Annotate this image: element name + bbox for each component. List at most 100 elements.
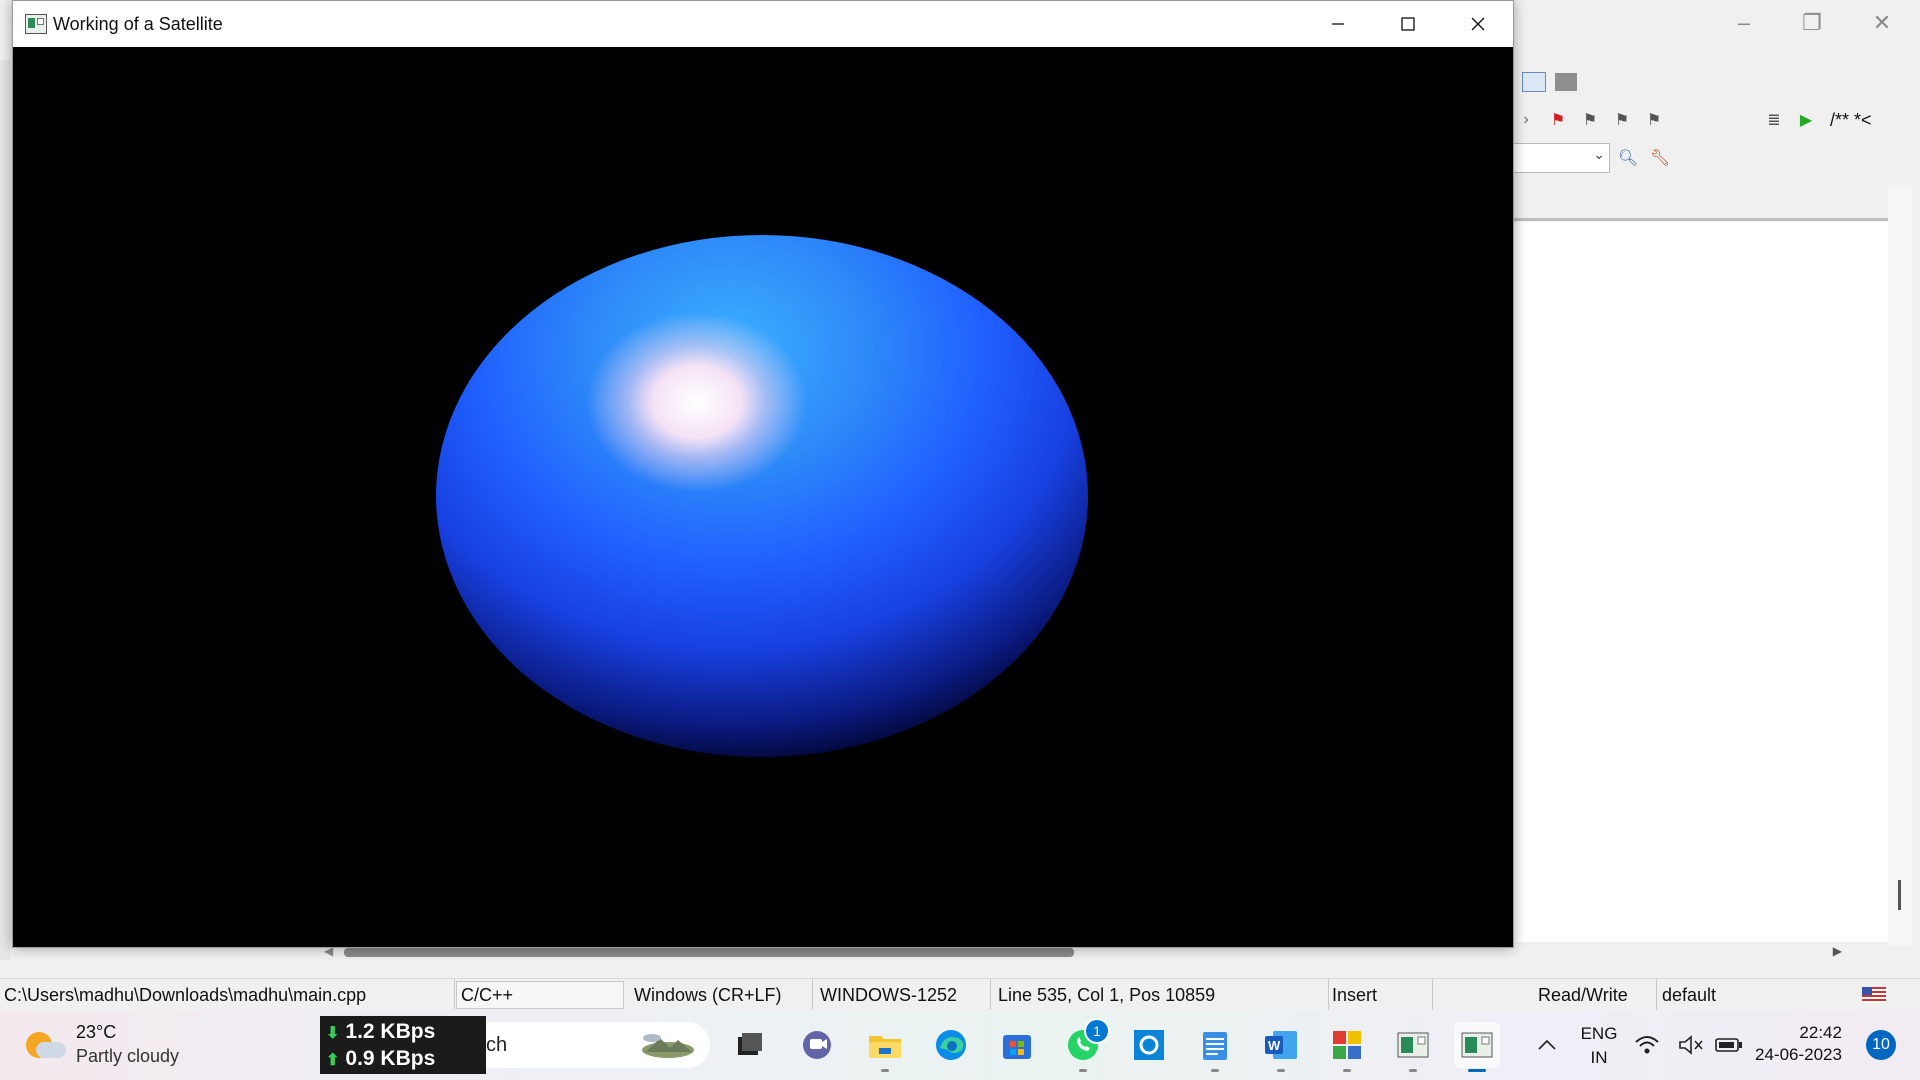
notification-count-badge[interactable]: 10 [1866,1030,1896,1060]
search-combo[interactable]: ⌄ [1512,143,1610,173]
status-encoding[interactable]: WINDOWS-1252 [816,979,991,1011]
chevron-up-icon [1538,1039,1556,1050]
console-window-button[interactable] [1390,1022,1436,1072]
cortana-button[interactable] [1126,1022,1172,1068]
status-access[interactable]: Read/Write [1534,979,1657,1011]
vertical-scroll-thumb[interactable] [1898,880,1901,910]
notepad-button[interactable] [1192,1022,1238,1072]
store-icon [1003,1035,1031,1059]
battery-button[interactable] [1712,1022,1746,1068]
wifi-button[interactable] [1630,1022,1664,1068]
upload-arrow-icon: ⬆ [326,1052,340,1069]
satellite-window-button[interactable] [1454,1022,1500,1072]
whatsapp-button[interactable]: 1 [1060,1018,1110,1072]
stack-icon[interactable]: ≣ [1760,106,1788,134]
maximize-icon [1401,17,1415,31]
edge-icon [936,1030,966,1060]
us-flag-icon [1862,987,1886,1003]
weather-partly-cloudy-icon[interactable] [26,1028,66,1064]
weather-temperature[interactable]: 23°C [76,1022,116,1043]
comment-toolbar-text[interactable]: /** *< [1830,110,1872,131]
app-window-icon [25,14,47,34]
editor-toolbar-row-3: ≣ ▶ /** *< [1760,104,1872,136]
taskbar-search-box[interactable]: ch [470,1022,710,1068]
svg-text:W: W [1268,1038,1281,1053]
language-region[interactable]: IN [1576,1048,1622,1068]
teams-chat-button[interactable] [794,1022,840,1068]
battery-icon [1715,1038,1742,1052]
find-icon[interactable]: 🔍︎ [1614,144,1642,172]
bookmark-clear-icon[interactable]: ⚑ [1640,106,1668,134]
status-language[interactable]: C/C++ [456,981,624,1009]
word-icon: W [1265,1031,1297,1059]
vertical-scrollbar[interactable] [1888,185,1912,945]
word-button[interactable]: W [1258,1022,1304,1072]
panel-icon[interactable] [1552,68,1580,96]
status-insert-mode[interactable]: Insert [1328,979,1433,1011]
editor-close-button[interactable]: ✕ [1862,8,1902,38]
search-text: ch [486,1034,508,1056]
run-icon[interactable]: ▶ [1792,106,1820,134]
bookmark-prev-icon[interactable]: ⚑ [1576,106,1604,134]
app-window-icon [1461,1032,1493,1058]
whatsapp-unread-badge: 1 [1084,1018,1110,1044]
window-maximize-button[interactable] [1373,1,1443,47]
volume-button[interactable] [1674,1022,1708,1068]
system-clock[interactable]: 22:42 24-06-2023 [1755,1022,1842,1066]
clock-date: 24-06-2023 [1755,1045,1842,1064]
editor-toolbar-row-2: › ⚑ ⚑ ⚑ ⚑ [1512,104,1668,136]
horizontal-scroll-thumb[interactable] [344,948,1074,957]
language-code[interactable]: ENG [1576,1024,1622,1044]
status-bar: C:\Users\madhu\Downloads\madhu\main.cpp … [0,978,1920,1011]
taskbar: 23°C Partly cloudy ch ⬇ 1.2 KBps ⬆ 0.9 KBp… [0,1010,1920,1080]
store-button[interactable] [994,1022,1040,1068]
minimize-icon [1332,23,1344,25]
window-titlebar[interactable]: Working of a Satellite [13,1,1513,47]
window-close-button[interactable] [1443,1,1513,47]
cortana-icon [1134,1030,1164,1060]
show-hidden-icons-button[interactable] [1524,1022,1570,1068]
arrow-right-icon[interactable]: › [1512,106,1540,134]
editor-toolbar-row-4: ⌄ 🔍︎ 🔧︎ [1512,142,1674,174]
status-eol[interactable]: Windows (CR+LF) [630,979,813,1011]
close-icon [1471,17,1485,31]
folder-icon [869,1036,901,1058]
net-upload-speed: 0.9 KBps [345,1047,436,1070]
editor-left-gutter [0,60,10,960]
app-window-icon [1397,1032,1429,1058]
status-file-path: C:\Users\madhu\Downloads\madhu\main.cpp [0,979,455,1011]
editor-minimize-button[interactable]: – [1724,8,1764,38]
macro-icon[interactable] [1520,68,1548,96]
status-cursor-position: Line 535, Col 1, Pos 10859 [994,979,1329,1011]
blue-sphere [436,235,1088,757]
wrench-icon[interactable]: 🔧︎ [1646,144,1674,172]
window-title: Working of a Satellite [53,14,223,34]
bookmark-red-flag-icon[interactable]: ⚑ [1544,106,1572,134]
download-arrow-icon: ⬇ [326,1025,340,1042]
weather-description[interactable]: Partly cloudy [76,1046,179,1067]
editor-tab-strip [1512,182,1912,221]
window-minimize-button[interactable] [1303,1,1373,47]
chevron-down-icon: ⌄ [1593,146,1605,162]
render-canvas[interactable] [13,47,1513,947]
task-view-button[interactable] [726,1022,772,1068]
notepad-icon [1203,1032,1227,1060]
volume-muted-icon [1679,1035,1703,1055]
codeblocks-ide-button[interactable] [1324,1022,1370,1072]
edge-browser-button[interactable] [928,1022,974,1068]
editor-text-area[interactable] [1512,222,1889,942]
editor-restore-button[interactable]: ❐ [1792,8,1832,38]
wifi-icon [1635,1036,1659,1054]
search-highlight-icon [642,1034,694,1058]
bookmark-next-icon[interactable]: ⚑ [1608,106,1636,134]
clock-time: 22:42 [1799,1023,1842,1042]
codeblocks-icon [1333,1031,1361,1059]
editor-toolbar-row-1 [1520,66,1580,98]
scroll-right-icon[interactable]: ▶ [1833,944,1842,958]
network-speed-widget: ⬇ 1.2 KBps ⬆ 0.9 KBps [320,1016,486,1074]
task-view-icon [738,1033,762,1055]
net-download-speed: 1.2 KBps [345,1020,436,1043]
file-explorer-button[interactable] [862,1022,908,1072]
status-profile[interactable]: default [1658,979,1822,1011]
satellite-window: Working of a Satellite [12,0,1514,948]
